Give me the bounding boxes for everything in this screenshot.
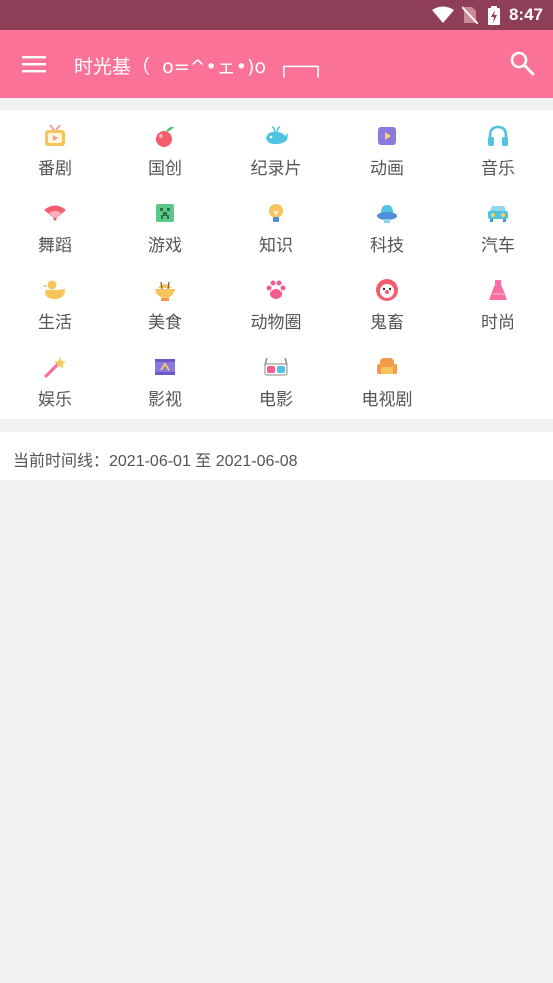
category-item-animals[interactable]: 动物圈 [221,264,331,341]
category-label: 电视剧 [361,390,413,410]
car-icon [488,206,508,222]
wifi-icon [432,6,454,23]
category-label: 动画 [370,159,404,179]
category-label: 汽车 [481,236,515,256]
play-icon [378,127,396,145]
category-label: 游戏 [148,236,182,256]
battery-charging-icon [488,6,500,25]
category-item-food[interactable]: 美食 [110,264,220,341]
film-icon [155,359,175,375]
category-item-entertainment[interactable]: 娱乐 [0,341,110,418]
category-item-fashion[interactable]: 时尚 [443,264,553,341]
category-label: 动物圈 [250,313,302,333]
category-item-movie[interactable]: 电影 [221,341,331,418]
category-label: 电影 [259,390,293,410]
creeper-icon [156,204,174,222]
magic-wand-icon [44,357,66,378]
sofa-icon [377,358,397,374]
category-item-bangumi[interactable]: 番剧 [0,110,110,187]
category-item-tv-series[interactable]: 电视剧 [332,341,442,418]
category-label: 鬼畜 [370,313,404,333]
page-title: 时光基（ o=^•ェ•)o ┌──┐ [74,56,324,78]
category-item-film-tv[interactable]: 影视 [110,341,220,418]
category-item-music[interactable]: 音乐 [443,110,553,187]
no-sim-icon [462,6,478,24]
whale-icon [266,126,288,145]
category-label: 国创 [148,159,182,179]
ufo-icon [377,205,397,223]
headphones-icon [488,125,508,146]
app-bar: 时光基（ o=^•ェ•)o ┌──┐ [0,30,553,98]
category-item-tech[interactable]: 科技 [332,187,442,264]
timeline-text: 当前时间线：2021-06-01 至 2021-06-08 [13,453,298,470]
category-item-guochuang[interactable]: 国创 [110,110,220,187]
category-label: 科技 [370,236,404,256]
category-item-animation[interactable]: 动画 [332,110,442,187]
food-icon [155,281,175,301]
category-item-kichiku[interactable]: 鬼畜 [332,264,442,341]
category-label: 生活 [38,313,72,333]
menu-icon[interactable] [22,54,46,74]
category-label: 美食 [148,313,182,333]
duck-icon [43,280,65,299]
category-item-life[interactable]: 生活 [0,264,110,341]
fruit-icon [156,126,174,147]
category-grid: 番剧 国创 纪录片 动画 音乐 舞蹈 游戏 知识 科技 汽车 生活 美食 动物圈… [0,110,553,419]
lightbulb-icon [269,204,283,222]
category-item-dance[interactable]: 舞蹈 [0,187,110,264]
search-icon[interactable] [509,50,535,76]
category-label: 纪录片 [250,159,302,179]
category-label: 影视 [148,390,182,410]
category-label: 音乐 [481,159,515,179]
clock: 8:47 [508,5,543,24]
3d-glasses-icon [264,357,288,376]
category-label: 舞蹈 [38,236,72,256]
dress-icon [489,280,507,300]
status-bar: 8:47 [0,0,553,30]
category-label: 知识 [259,236,293,256]
category-label: 番剧 [38,159,72,179]
category-item-car[interactable]: 汽车 [443,187,553,264]
category-item-knowledge[interactable]: 知识 [221,187,331,264]
tv-icon [45,124,65,146]
fan-icon [44,205,66,221]
paw-icon [266,280,286,299]
category-item-documentary[interactable]: 纪录片 [221,110,331,187]
timeline-bar: 当前时间线：2021-06-01 至 2021-06-08 [0,432,553,480]
category-label: 娱乐 [38,390,72,410]
category-label: 时尚 [481,313,515,333]
clown-icon [376,279,398,301]
category-item-game[interactable]: 游戏 [110,187,220,264]
